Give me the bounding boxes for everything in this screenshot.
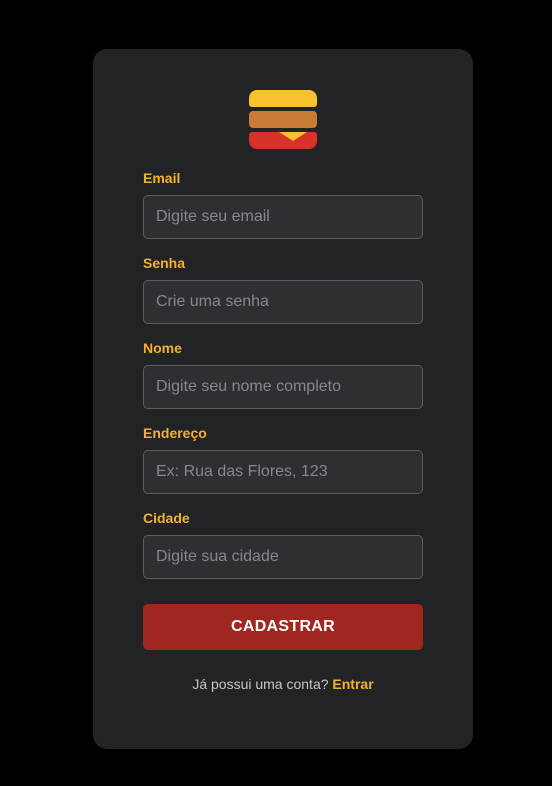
email-field[interactable] (143, 195, 423, 239)
login-prompt-text: Já possui uma conta? (192, 676, 329, 692)
burger-icon (249, 90, 317, 150)
burger-top-bun (249, 90, 317, 107)
register-button[interactable]: CADASTRAR (143, 604, 423, 650)
city-field[interactable] (143, 535, 423, 579)
burger-patty (249, 111, 317, 128)
address-field[interactable] (143, 450, 423, 494)
email-label: Email (143, 170, 181, 186)
burger-bottom-bun (249, 132, 317, 149)
name-label: Nome (143, 340, 182, 356)
name-field[interactable] (143, 365, 423, 409)
login-link[interactable]: Entrar (332, 676, 373, 692)
city-label: Cidade (143, 510, 190, 526)
signup-card: Email Senha Nome Endereço Cidade CADASTR… (93, 49, 473, 749)
password-label: Senha (143, 255, 186, 271)
password-field[interactable] (143, 280, 423, 324)
address-label: Endereço (143, 425, 207, 441)
login-prompt: Já possui uma conta? Entrar (93, 676, 473, 692)
burger-cheese (279, 132, 307, 141)
